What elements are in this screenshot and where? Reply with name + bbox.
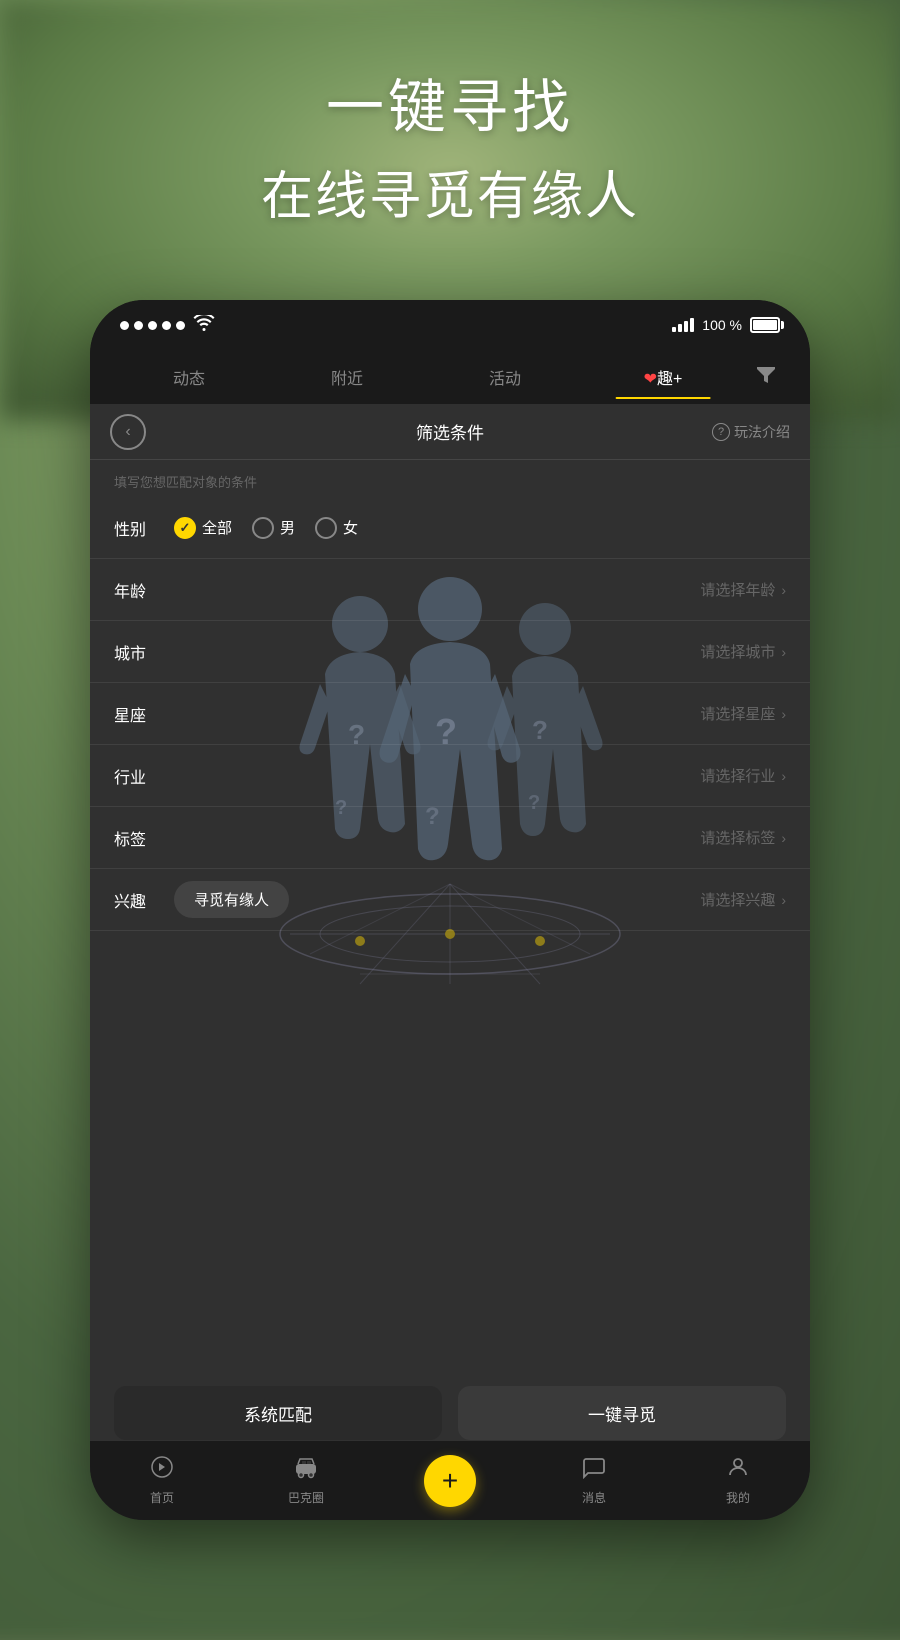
battery-icon [750,317,780,333]
interest-row[interactable]: 兴趣 寻觅有缘人 请选择兴趣 › [90,869,810,931]
hero-line1: 一键寻找 [0,60,900,144]
industry-label: 行业 [114,764,174,788]
city-value[interactable]: 请选择城市 › [700,641,786,662]
nav-bakequan[interactable]: 巴克圈 [234,1455,378,1506]
gender-male-option[interactable]: 男 [252,517,295,539]
battery-percent: 100 % [702,317,742,333]
nav-bakequan-label: 巴克圈 [288,1489,324,1506]
nav-add: + [378,1455,522,1507]
status-dots [120,321,185,330]
nav-home[interactable]: 首页 [90,1455,234,1506]
age-value[interactable]: 请选择年龄 › [700,579,786,600]
nav-message[interactable]: 消息 [522,1455,666,1506]
phone-frame: 100 % 动态 附近 活动 ❤趣+ ‹ 筛选条件 ? 玩法介绍 [90,300,810,1520]
tab-huodong[interactable]: 活动 [426,357,584,397]
constellation-placeholder: 请选择星座 [700,703,775,724]
interest-chevron: › [781,892,786,908]
age-placeholder: 请选择年龄 [700,579,775,600]
filter-icon[interactable] [742,354,790,400]
industry-chevron: › [781,768,786,784]
filter-rows: 性别 全部 男 女 年 [90,497,810,931]
gender-all-radio[interactable] [174,517,196,539]
modal-title: 筛选条件 [416,419,484,444]
top-tab-bar: 动态 附近 活动 ❤趣+ [90,350,810,404]
gender-female-radio[interactable] [315,517,337,539]
gender-female-label: 女 [343,517,358,538]
nav-message-label: 消息 [582,1489,606,1506]
nav-mine[interactable]: 我的 [666,1455,810,1506]
constellation-row[interactable]: 星座 请选择星座 › [90,683,810,745]
interest-placeholder: 请选择兴趣 [700,889,775,910]
interest-label: 兴趣 [114,888,174,912]
age-chevron: › [781,582,786,598]
gender-row: 性别 全部 男 女 [90,497,810,559]
industry-value[interactable]: 请选择行业 › [700,765,786,786]
gender-all-option[interactable]: 全部 [174,517,232,539]
industry-placeholder: 请选择行业 [700,765,775,786]
nav-mine-label: 我的 [726,1489,750,1506]
interest-value[interactable]: 请选择兴趣 › [700,889,786,910]
city-label: 城市 [114,640,174,664]
status-right: 100 % [672,317,780,333]
age-label: 年龄 [114,578,174,602]
wifi-icon [193,315,215,336]
home-icon [150,1455,174,1485]
tab-fujin[interactable]: 附近 [268,357,426,397]
signal-bars [672,318,694,332]
city-placeholder: 请选择城市 [700,641,775,662]
modal-panel: ‹ 筛选条件 ? 玩法介绍 填写您想匹配对象的条件 [90,404,810,1520]
city-row[interactable]: 城市 请选择城市 › [90,621,810,683]
gender-options: 全部 男 女 [174,517,786,539]
modal-subtitle: 填写您想匹配对象的条件 [90,460,810,497]
bottom-nav: 首页 巴克圈 + [90,1440,810,1520]
profile-icon [726,1455,750,1485]
help-label: 玩法介绍 [734,422,790,442]
gender-male-radio[interactable] [252,517,274,539]
help-icon: ? [712,423,730,441]
hero-line2: 在线寻觅有缘人 [0,154,900,229]
help-link[interactable]: ? 玩法介绍 [712,422,790,442]
constellation-value[interactable]: 请选择星座 › [700,703,786,724]
bottom-buttons: 系统匹配 一键寻觅 [90,1386,810,1440]
tags-chevron: › [781,830,786,846]
status-bar: 100 % [90,300,810,350]
city-chevron: › [781,644,786,660]
gender-label: 性别 [114,516,174,540]
tab-dongtai[interactable]: 动态 [110,357,268,397]
car-icon [293,1455,319,1485]
back-button[interactable]: ‹ [110,414,146,450]
industry-row[interactable]: 行业 请选择行业 › [90,745,810,807]
tags-row[interactable]: 标签 请选择标签 › [90,807,810,869]
constellation-label: 星座 [114,702,174,726]
system-match-button[interactable]: 系统匹配 [114,1386,442,1440]
modal-header: ‹ 筛选条件 ? 玩法介绍 [90,404,810,460]
age-row[interactable]: 年龄 请选择年龄 › [90,559,810,621]
constellation-chevron: › [781,706,786,722]
add-button[interactable]: + [424,1455,476,1507]
tags-value[interactable]: 请选择标签 › [700,827,786,848]
gender-all-label: 全部 [202,517,232,538]
tags-label: 标签 [114,826,174,850]
nav-home-label: 首页 [150,1489,174,1506]
tags-placeholder: 请选择标签 [700,827,775,848]
gender-male-label: 男 [280,517,295,538]
tab-qu[interactable]: ❤趣+ [584,357,742,397]
gender-female-option[interactable]: 女 [315,517,358,539]
one-click-search-button[interactable]: 一键寻觅 [458,1386,786,1440]
interest-special-button[interactable]: 寻觅有缘人 [174,881,289,918]
hero-section: 一键寻找 在线寻觅有缘人 [0,60,900,229]
message-icon [582,1455,606,1485]
